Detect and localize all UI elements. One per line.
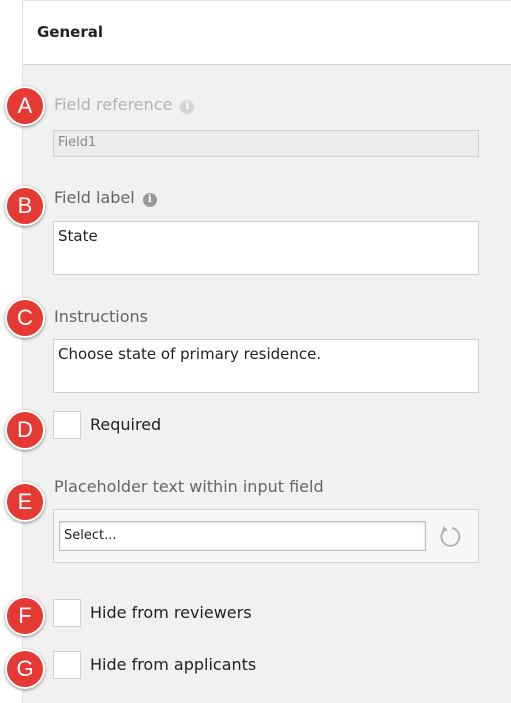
panel-header: General [22, 0, 511, 65]
info-icon[interactable]: i [180, 100, 195, 114]
hide-reviewers-label: Hide from reviewers [90, 603, 252, 622]
field-reference-label: Field reference [54, 95, 173, 114]
hide-reviewers-checkbox[interactable] [53, 599, 81, 627]
annotation-badge-e: E [5, 482, 45, 522]
hide-applicants-checkbox[interactable] [53, 651, 81, 679]
field-label-label-row: Field label i [54, 188, 157, 207]
section-title: General [37, 23, 103, 41]
hide-applicants-label: Hide from applicants [90, 655, 257, 674]
instructions-label: Instructions [54, 307, 148, 326]
placeholder-field-container: Select... [53, 509, 479, 563]
reset-icon[interactable] [438, 524, 464, 550]
annotation-badge-a: A [5, 86, 45, 126]
field-reference-label-row: Field reference i [54, 95, 195, 114]
info-icon[interactable]: i [142, 193, 157, 207]
instructions-input[interactable]: Choose state of primary residence. [53, 339, 479, 393]
field-reference-input: Field1 [53, 130, 479, 157]
annotation-badge-c: C [5, 298, 45, 338]
placeholder-label: Placeholder text within input field [54, 477, 324, 496]
annotation-badge-d: D [5, 410, 45, 450]
required-checkbox[interactable] [53, 411, 81, 439]
field-label-label: Field label [54, 188, 135, 207]
placeholder-select[interactable]: Select... [59, 521, 426, 551]
annotation-badge-f: F [5, 596, 45, 636]
annotation-badge-g: G [5, 649, 45, 689]
field-label-input[interactable]: State [53, 221, 479, 275]
required-label: Required [90, 415, 162, 434]
annotation-badge-b: B [5, 186, 45, 226]
